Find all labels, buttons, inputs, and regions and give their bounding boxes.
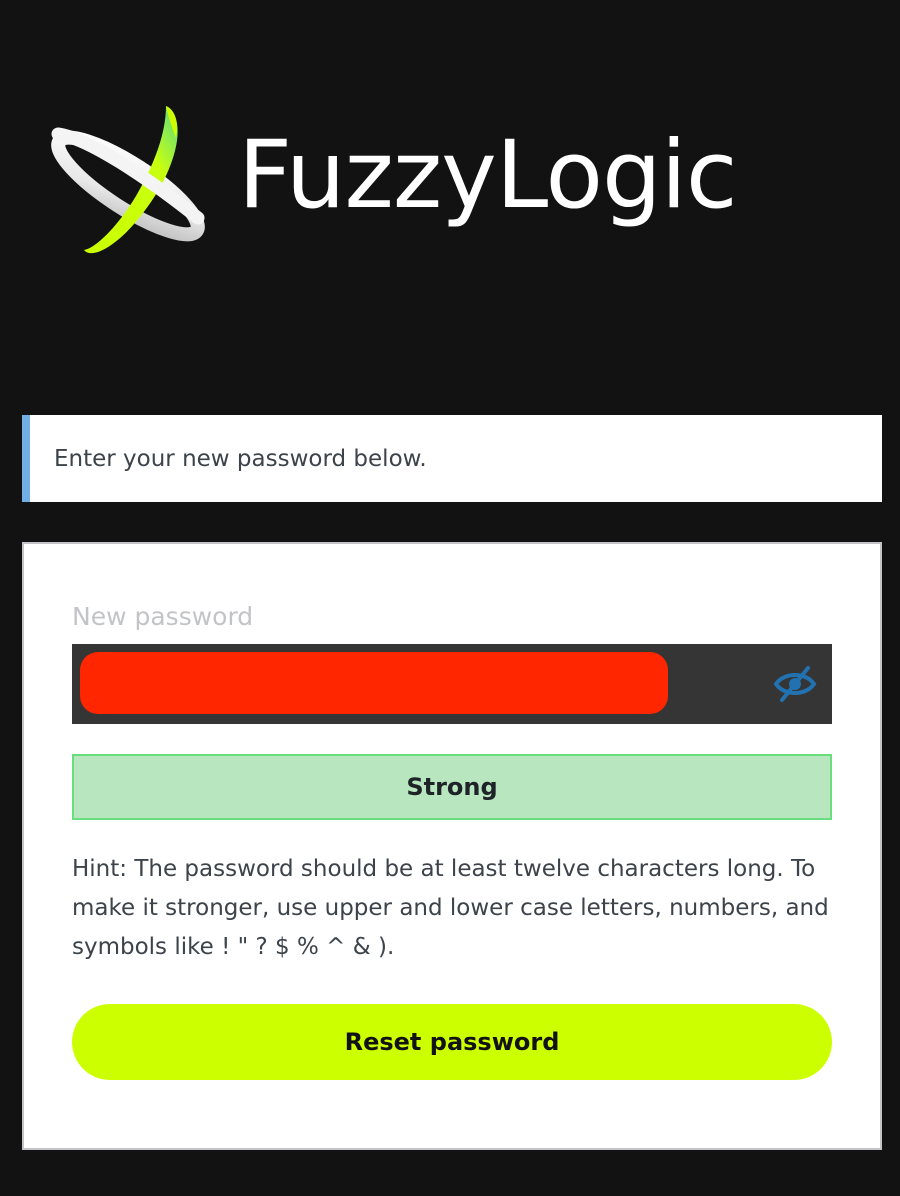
password-strength-meter: Strong bbox=[72, 754, 832, 820]
brand-name: FuzzyLogic bbox=[238, 121, 738, 230]
reset-password-form: New password Strong Hint: The password s… bbox=[22, 542, 882, 1150]
new-password-label: New password bbox=[72, 602, 254, 631]
reset-password-page: FuzzyLogic Enter your new password below… bbox=[0, 0, 900, 1196]
brand-logo[interactable]: FuzzyLogic bbox=[48, 96, 858, 266]
eye-slash-icon bbox=[773, 666, 817, 702]
info-message: Enter your new password below. bbox=[22, 415, 882, 502]
toggle-password-visibility-button[interactable] bbox=[772, 662, 818, 706]
info-message-text: Enter your new password below. bbox=[54, 445, 427, 472]
orbit-logo-icon bbox=[51, 106, 205, 254]
password-field-wrapper bbox=[72, 644, 832, 724]
reset-password-button[interactable]: Reset password bbox=[72, 1004, 832, 1080]
password-hint: Hint: The password should be at least tw… bbox=[72, 856, 829, 960]
new-password-input[interactable] bbox=[80, 652, 668, 714]
